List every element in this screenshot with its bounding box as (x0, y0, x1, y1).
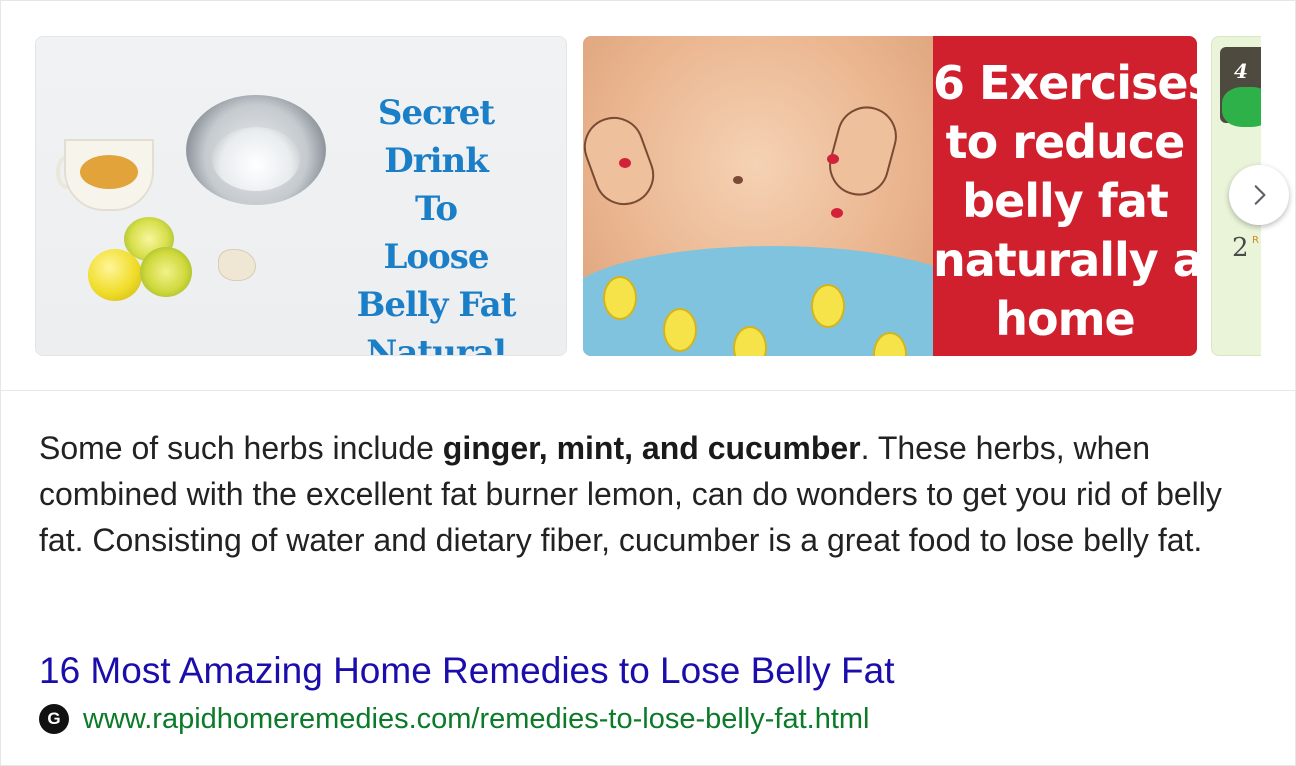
snippet-text: Some of such herbs include ginger, mint,… (39, 425, 1269, 563)
featured-snippet-card: Secret Drink To Loose Belly Fat Natural … (0, 0, 1296, 766)
chevron-right-icon (1254, 185, 1266, 205)
section-divider (1, 390, 1296, 391)
image2-caption-line: 6 Exercises (933, 56, 1197, 110)
lemon-illustration (88, 249, 142, 301)
image2-caption-line: home (995, 292, 1135, 346)
fingernail-illustration (831, 208, 843, 218)
image1-caption-line: Secret Drink (377, 93, 495, 181)
image3-number: 4 (1234, 59, 1248, 83)
tea-illustration (80, 155, 138, 189)
lime-illustration (140, 247, 192, 297)
snippet-bold-text: ginger, mint, and cucumber (442, 430, 861, 466)
image1-caption-line: To (414, 189, 458, 229)
fingernail-illustration (619, 158, 631, 168)
favicon-icon: G (39, 704, 69, 734)
image1-caption-line: Loose (383, 237, 489, 277)
image2-caption-line: belly fat (962, 174, 1169, 228)
fingernail-illustration (827, 154, 839, 164)
image2-caption: 6 Exercises to reduce belly fat naturall… (933, 54, 1197, 349)
image1-caption-line: Natural Way (366, 333, 506, 356)
shorts-illustration (583, 246, 983, 356)
result-title-link[interactable]: 16 Most Amazing Home Remedies to Lose Be… (39, 649, 895, 693)
image3-small-text: R S (1252, 235, 1261, 246)
pineapple-print (603, 276, 637, 320)
bowl-water-illustration (212, 127, 300, 191)
garlic-illustration (218, 249, 256, 281)
image3-green-shape (1222, 87, 1261, 127)
pineapple-print (811, 284, 845, 328)
pineapple-print (663, 308, 697, 352)
image-carousel: Secret Drink To Loose Belly Fat Natural … (35, 36, 1261, 358)
image1-caption-line: Belly Fat (356, 285, 517, 325)
result-url[interactable]: www.rapidhomeremedies.com/remedies-to-lo… (83, 703, 870, 736)
carousel-next-button[interactable] (1229, 165, 1289, 225)
carousel-image-secret-drink[interactable]: Secret Drink To Loose Belly Fat Natural … (35, 36, 567, 356)
carousel-image-exercises[interactable]: 6 Exercises to reduce belly fat naturall… (583, 36, 1197, 356)
image3-number: 2 (1232, 233, 1249, 263)
snippet-text-start: Some of such herbs include (39, 430, 443, 466)
image2-caption-line: to reduce (945, 115, 1186, 169)
image2-caption-line: naturally at (933, 233, 1197, 287)
result-url-row: G www.rapidhomeremedies.com/remedies-to-… (39, 701, 870, 737)
navel-illustration (733, 176, 743, 184)
image1-caption: Secret Drink To Loose Belly Fat Natural … (336, 89, 536, 356)
